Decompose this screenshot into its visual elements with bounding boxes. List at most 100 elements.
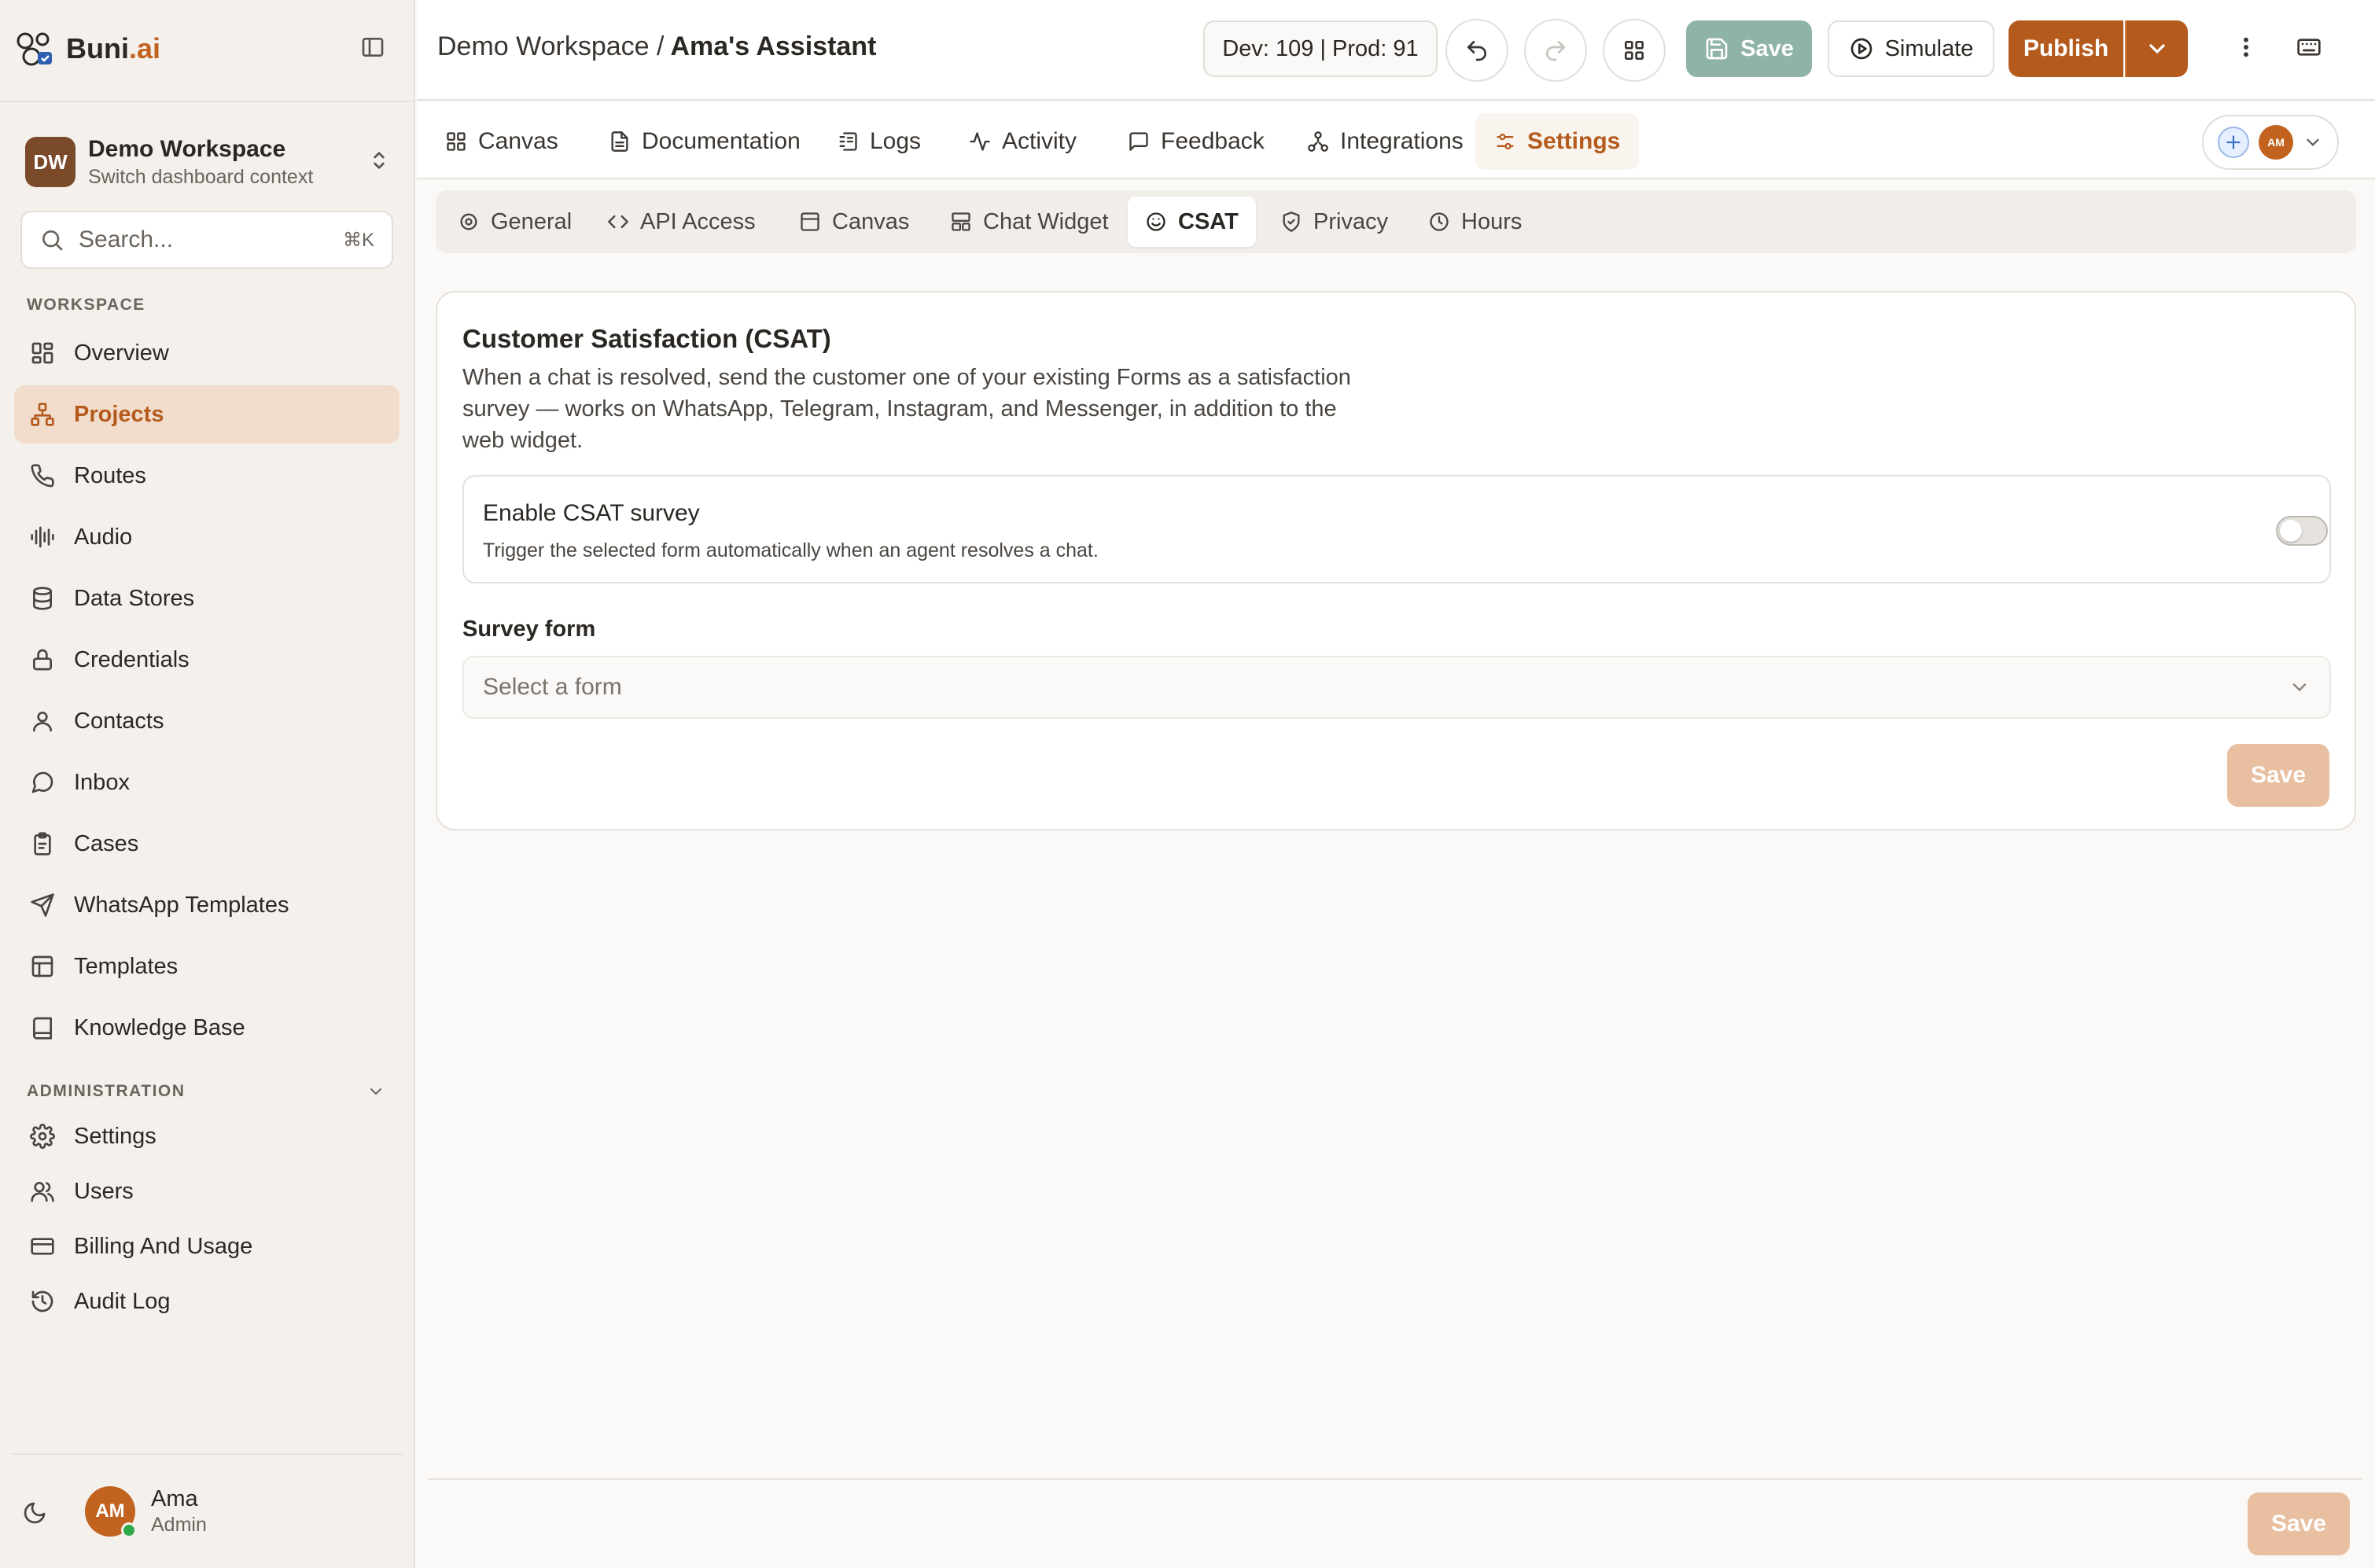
chevron-down-icon[interactable] <box>366 1082 385 1101</box>
section-label-administration: ADMINISTRATION <box>27 1082 186 1100</box>
sidebar-item-label: WhatsApp Templates <box>74 892 289 918</box>
layout-toggle-button[interactable] <box>1603 19 1666 82</box>
sidebar-item-settings[interactable]: Settings <box>14 1107 400 1165</box>
search-icon <box>42 230 63 251</box>
sidebar-item-contacts[interactable]: Contacts <box>14 692 400 750</box>
sidebar-item-billing[interactable]: Billing And Usage <box>14 1217 400 1275</box>
sliders-icon <box>1497 134 1514 149</box>
add-collaborator-button[interactable] <box>2218 127 2249 158</box>
subtab-label: Hours <box>1461 208 1523 234</box>
sidebar-item-data-stores[interactable]: Data Stores <box>14 569 400 628</box>
publish-button[interactable]: Publish <box>2009 20 2123 77</box>
search-input[interactable]: Search... ⌘K <box>20 211 393 269</box>
layout-icon <box>31 955 53 977</box>
sidebar-item-templates[interactable]: Templates <box>14 937 400 996</box>
subtab-label: API Access <box>640 208 756 234</box>
sidebar-item-routes[interactable]: Routes <box>14 447 400 505</box>
workspace-name: Demo Workspace <box>88 135 286 162</box>
subtab-general[interactable]: General <box>440 197 589 247</box>
save-label: Save <box>1740 35 1794 61</box>
settings-tabs: General API Access Canvas Chat Widget CS… <box>436 190 2356 253</box>
sidebar-item-label: Billing And Usage <box>74 1233 253 1259</box>
tab-label: Documentation <box>642 128 801 154</box>
sidebar-item-audit-log[interactable]: Audit Log <box>14 1272 400 1331</box>
toggle-knob <box>2280 520 2302 542</box>
sidebar-item-knowledge-base[interactable]: Knowledge Base <box>14 999 400 1057</box>
workspace-subtitle: Switch dashboard context <box>88 165 314 188</box>
sidebar-toggle-icon[interactable] <box>360 35 385 60</box>
sidebar-item-inbox[interactable]: Inbox <box>14 753 400 812</box>
sidebar-item-label: Overview <box>74 340 169 366</box>
sidebar-item-projects[interactable]: Projects <box>14 385 400 444</box>
enable-csat-hint: Trigger the selected form automatically … <box>483 539 1099 561</box>
collaborators[interactable]: AM <box>2202 115 2339 170</box>
message-square-icon <box>1129 132 1148 151</box>
simulate-button[interactable]: Simulate <box>1828 20 1994 77</box>
csat-save-button[interactable]: Save <box>2227 744 2329 807</box>
tab-label: Integrations <box>1340 128 1464 154</box>
subtab-privacy[interactable]: Privacy <box>1263 197 1405 247</box>
tab-settings[interactable]: Settings <box>1475 113 1640 170</box>
brand-name: Buni.ai <box>66 32 161 64</box>
tab-integrations[interactable]: Integrations <box>1288 113 1482 170</box>
book-icon <box>33 1017 52 1040</box>
avatar: AM <box>85 1486 137 1538</box>
enable-csat-title: Enable CSAT survey <box>483 500 700 526</box>
sidebar-item-label: Users <box>74 1178 134 1204</box>
footer-save-button[interactable]: Save <box>2248 1493 2350 1555</box>
sidebar-item-label: Data Stores <box>74 585 195 611</box>
clock-icon <box>1430 212 1449 231</box>
tab-canvas[interactable]: Canvas <box>426 113 577 170</box>
sidebar-item-cases[interactable]: Cases <box>14 815 400 873</box>
brand-logo-icon <box>17 32 52 66</box>
tab-activity[interactable]: Activity <box>950 113 1095 170</box>
credit-card-icon <box>31 1238 54 1255</box>
subtab-label: Chat Widget <box>983 208 1109 234</box>
version-indicator[interactable]: Dev: 109 | Prod: 91 <box>1203 20 1438 77</box>
save-button[interactable]: Save <box>1686 20 1812 77</box>
survey-form-select[interactable]: Select a form <box>462 656 2331 719</box>
subtab-csat[interactable]: CSAT <box>1128 197 1256 247</box>
sidebar-item-label: Credentials <box>74 646 190 672</box>
subtab-label: Canvas <box>832 208 910 234</box>
enable-csat-toggle[interactable] <box>2276 516 2328 546</box>
sidebar-item-credentials[interactable]: Credentials <box>14 631 400 689</box>
activity-icon <box>970 132 990 151</box>
undo-button[interactable] <box>1445 19 1508 82</box>
sidebar-item-label: Settings <box>74 1123 156 1149</box>
breadcrumb-workspace[interactable]: Demo Workspace / <box>437 31 664 62</box>
users-icon <box>31 1182 54 1202</box>
subtab-canvas[interactable]: Canvas <box>782 197 926 247</box>
sidebar-item-label: Audio <box>74 524 133 550</box>
grid-icon <box>31 342 53 364</box>
user-role: Admin <box>151 1514 207 1536</box>
tab-feedback[interactable]: Feedback <box>1109 113 1283 170</box>
redo-button[interactable] <box>1524 19 1587 82</box>
more-vertical-icon[interactable] <box>2233 35 2259 60</box>
keyboard-icon[interactable] <box>2296 35 2322 60</box>
user-menu[interactable]: AM Ama Admin <box>85 1486 207 1538</box>
moon-icon[interactable] <box>22 1500 47 1526</box>
plus-icon <box>2226 135 2241 149</box>
sidebar-item-audio[interactable]: Audio <box>14 508 400 566</box>
chevron-up-down-icon <box>366 148 392 173</box>
sidebar-item-users[interactable]: Users <box>14 1162 400 1220</box>
main-tabs: Canvas Documentation Logs Activity Feedb… <box>417 102 2375 179</box>
sidebar-item-overview[interactable]: Overview <box>14 324 400 382</box>
sidebar-item-label: Templates <box>74 953 179 979</box>
subtab-api-access[interactable]: API Access <box>590 197 773 247</box>
tab-label: Activity <box>1002 128 1077 154</box>
workspace-switcher[interactable]: DW Demo Workspace Switch dashboard conte… <box>25 134 392 190</box>
tab-documentation[interactable]: Documentation <box>590 113 819 170</box>
sidebar-item-label: Cases <box>74 830 139 856</box>
tab-label: Logs <box>870 128 922 154</box>
brand[interactable]: Buni.ai <box>14 28 160 69</box>
tab-logs[interactable]: Logs <box>818 113 940 170</box>
sidebar-item-whatsapp-templates[interactable]: WhatsApp Templates <box>14 876 400 934</box>
history-icon <box>31 1290 53 1312</box>
logs-icon <box>839 132 857 151</box>
subtab-hours[interactable]: Hours <box>1411 197 1539 247</box>
subtab-chat-widget[interactable]: Chat Widget <box>933 197 1126 247</box>
publish-options-button[interactable] <box>2125 20 2188 77</box>
user-icon <box>33 712 52 732</box>
